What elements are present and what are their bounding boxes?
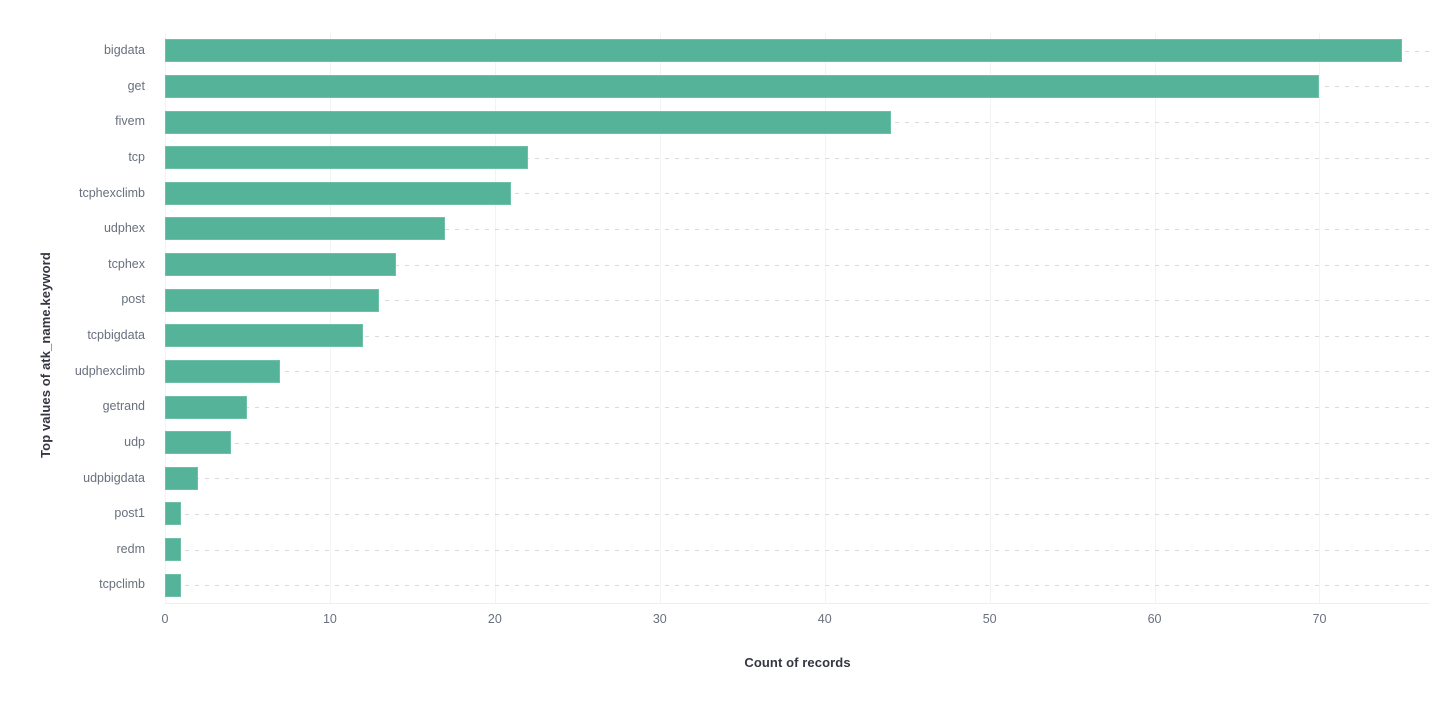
bar-tcpclimb[interactable] <box>165 573 182 597</box>
x-tick-label: 20 <box>487 612 502 626</box>
gridline-horizontal-dashed <box>165 585 1430 587</box>
y-tick-label[interactable]: tcp <box>0 140 155 176</box>
x-tick-label: 0 <box>161 612 169 626</box>
x-tick-label: 70 <box>1312 612 1327 626</box>
bar-row <box>165 496 1430 532</box>
bar-row <box>165 567 1430 603</box>
y-tick-label[interactable]: bigdata <box>0 33 155 69</box>
x-tick-label: 50 <box>982 612 997 626</box>
y-tick-label[interactable]: tcphexclimb <box>0 176 155 212</box>
bar-tcphex[interactable] <box>165 253 396 277</box>
x-tick-label: 60 <box>1147 612 1162 626</box>
y-axis-tick-labels: bigdata get fivem tcp tcphexclimb udphex tcphe… <box>0 33 155 603</box>
bar-getrand[interactable] <box>165 395 248 419</box>
bar-row <box>165 532 1430 568</box>
y-tick-label[interactable]: udphexclimb <box>0 354 155 390</box>
bar-post[interactable] <box>165 288 380 312</box>
y-tick-label[interactable]: udp <box>0 425 155 461</box>
y-tick-label[interactable]: redm <box>0 532 155 568</box>
y-tick-label[interactable]: udpbigdata <box>0 461 155 497</box>
bar-row <box>165 140 1430 176</box>
bar-row <box>165 389 1430 425</box>
bar-row <box>165 104 1430 140</box>
bar-chart: Top values of atk_name.keyword bigdata ge… <box>0 0 1440 710</box>
y-tick-label[interactable]: get <box>0 69 155 105</box>
bar-row <box>165 461 1430 497</box>
x-axis-title: Count of records <box>744 655 851 670</box>
y-tick-label[interactable]: tcpclimb <box>0 567 155 603</box>
x-tick-label: 30 <box>652 612 667 626</box>
gridline-horizontal-dashed <box>165 407 1430 409</box>
gridline-horizontal-dashed <box>165 371 1430 373</box>
y-tick-label[interactable]: tcpbigdata <box>0 318 155 354</box>
bar-tcp[interactable] <box>165 146 528 170</box>
bar-tcpbigdata[interactable] <box>165 324 363 348</box>
bar-row <box>165 33 1430 69</box>
y-tick-label[interactable]: post1 <box>0 496 155 532</box>
gridline-horizontal-dashed <box>165 513 1430 515</box>
bar-row <box>165 318 1430 354</box>
bar-udphexclimb[interactable] <box>165 359 281 383</box>
bar-row <box>165 247 1430 283</box>
bar-tcphexclimb[interactable] <box>165 181 512 205</box>
bar-post1[interactable] <box>165 502 182 526</box>
bar-rows <box>165 33 1430 603</box>
y-tick-label[interactable]: getrand <box>0 389 155 425</box>
bar-row <box>165 69 1430 105</box>
bar-bigdata[interactable] <box>165 39 1402 63</box>
x-axis-line <box>165 603 1430 604</box>
bar-redm[interactable] <box>165 538 182 562</box>
bar-get[interactable] <box>165 74 1320 98</box>
x-tick-label: 10 <box>322 612 337 626</box>
bar-udp[interactable] <box>165 431 231 455</box>
gridline-horizontal-dashed <box>165 478 1430 480</box>
y-tick-label[interactable]: tcphex <box>0 247 155 283</box>
bar-row <box>165 354 1430 390</box>
gridline-horizontal-dashed <box>165 442 1430 444</box>
bar-udpbigdata[interactable] <box>165 466 198 490</box>
x-tick-label: 40 <box>817 612 832 626</box>
y-tick-label[interactable]: fivem <box>0 104 155 140</box>
bar-row <box>165 211 1430 247</box>
bar-row <box>165 176 1430 212</box>
gridline-horizontal-dashed <box>165 549 1430 551</box>
x-axis-tick-labels: 0 10 20 30 40 50 60 70 <box>161 612 1430 634</box>
bar-fivem[interactable] <box>165 110 891 134</box>
y-tick-label[interactable]: post <box>0 282 155 318</box>
bar-row <box>165 282 1430 318</box>
bar-row <box>165 425 1430 461</box>
bar-udphex[interactable] <box>165 217 446 241</box>
plot-area <box>165 33 1430 603</box>
y-tick-label[interactable]: udphex <box>0 211 155 247</box>
